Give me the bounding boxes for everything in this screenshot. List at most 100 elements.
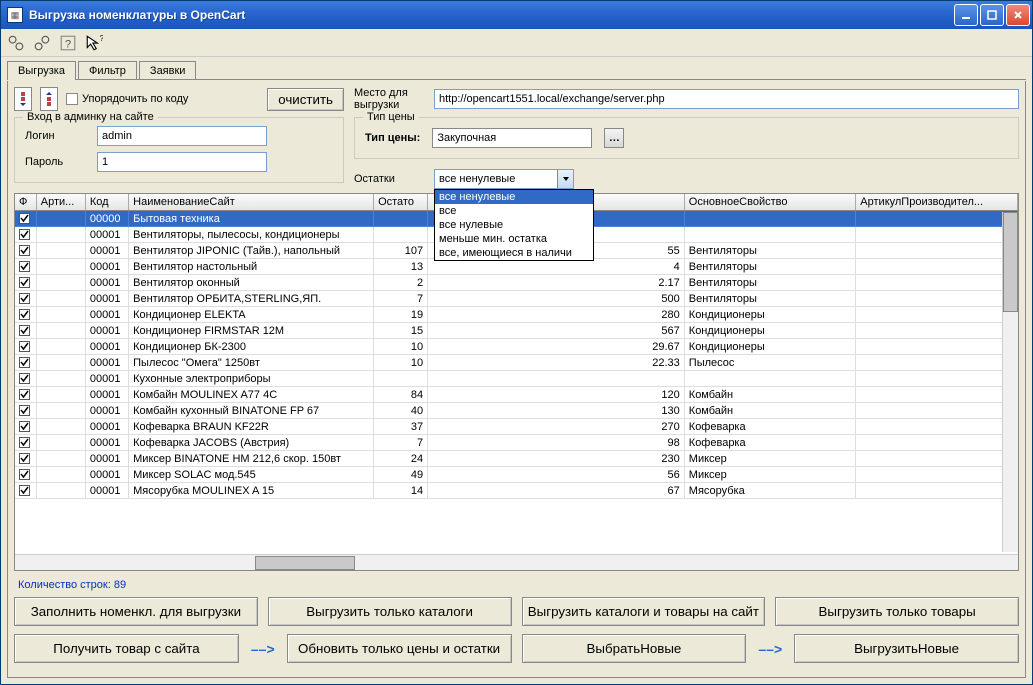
table-row[interactable]: 00001Кондиционер FIRMSTAR 12M15567Кондиц…: [15, 323, 1018, 339]
grid-body: 00000Бытовая техника00001Вентиляторы, пы…: [15, 211, 1018, 554]
stock-option-3[interactable]: меньше мин. остатка: [435, 232, 593, 246]
admin-login-group: Вход в админку на сайте Логин Пароль: [14, 117, 344, 183]
row-checkbox[interactable]: [19, 405, 30, 416]
sort-by-code-checkbox[interactable]: Упорядочить по коду: [66, 93, 188, 105]
col-chk[interactable]: Ф: [15, 194, 37, 210]
price-type-group: Тип цены Тип цены: Закупочная …: [354, 117, 1019, 159]
row-count-label: Количество строк: 89: [18, 579, 1019, 591]
export-new-button[interactable]: ВыгрузитьНовые: [794, 634, 1019, 663]
row-checkbox[interactable]: [19, 373, 30, 384]
horizontal-scrollbar[interactable]: [15, 554, 1018, 570]
row-checkbox[interactable]: [19, 485, 30, 496]
minimize-button[interactable]: [954, 4, 978, 26]
export-goods-button[interactable]: Выгрузить только товары: [775, 597, 1019, 626]
maximize-button[interactable]: [980, 4, 1004, 26]
row-checkbox[interactable]: [19, 245, 30, 256]
price-type-select[interactable]: Закупочная: [432, 128, 592, 148]
app-window: ▦ Выгрузка номенклатуры в OpenCart ? ? В…: [0, 0, 1033, 685]
tab-zayavki[interactable]: Заявки: [139, 61, 197, 80]
window-title: Выгрузка номенклатуры в OpenCart: [29, 8, 954, 22]
row-checkbox[interactable]: [19, 453, 30, 464]
table-row[interactable]: 00001Вентилятор оконный22.17Вентиляторы: [15, 275, 1018, 291]
table-row[interactable]: 00001Мясорубка MOULINEX A 151467Мясорубк…: [15, 483, 1018, 499]
row-checkbox[interactable]: [19, 261, 30, 272]
table-row[interactable]: 00001Кофеварка JACOBS (Австрия)798Кофева…: [15, 435, 1018, 451]
clear-button[interactable]: очистить: [267, 88, 344, 111]
table-row[interactable]: 00001Кофеварка BRAUN KF22R37270Кофеварка: [15, 419, 1018, 435]
titlebar: ▦ Выгрузка номенклатуры в OpenCart: [1, 1, 1032, 29]
fetch-goods-button[interactable]: Получить товар с сайта: [14, 634, 239, 663]
table-row[interactable]: 00001Миксер BINATONE HM 212,6 скор. 150в…: [15, 451, 1018, 467]
table-row[interactable]: 00001Комбайн MOULINEX A77 4C84120Комбайн: [15, 387, 1018, 403]
stock-option-4[interactable]: все, имеющиеся в наличи: [435, 246, 593, 260]
table-row[interactable]: 00001Кондиционер БК-23001029.67Кондицион…: [15, 339, 1018, 355]
stock-option-2[interactable]: все нулевые: [435, 218, 593, 232]
admin-login-group-title: Вход в админку на сайте: [23, 111, 158, 123]
stock-dropdown-list: все ненулевые все все нулевые меньше мин…: [434, 189, 594, 261]
toolbar-icon-1[interactable]: [7, 34, 25, 52]
chevron-down-icon: [557, 170, 573, 188]
stock-combo-value: все ненулевые: [435, 173, 557, 185]
help-icon[interactable]: ?: [59, 34, 77, 52]
move-up-button[interactable]: [40, 87, 58, 111]
toolbar-icon-2[interactable]: [33, 34, 51, 52]
row-checkbox[interactable]: [19, 341, 30, 352]
tab-bar: Выгрузка Фильтр Заявки: [1, 57, 1032, 80]
price-type-label: Тип цены:: [365, 132, 420, 144]
row-checkbox[interactable]: [19, 229, 30, 240]
row-checkbox[interactable]: [19, 277, 30, 288]
stock-option-1[interactable]: все: [435, 204, 593, 218]
row-checkbox[interactable]: [19, 357, 30, 368]
table-row[interactable]: 00001Комбайн кухонный BINATONE FP 674013…: [15, 403, 1018, 419]
row-checkbox[interactable]: [19, 421, 30, 432]
row-checkbox[interactable]: [19, 213, 30, 224]
price-type-browse-button[interactable]: …: [604, 128, 624, 148]
row-checkbox[interactable]: [19, 293, 30, 304]
stock-option-0[interactable]: все ненулевые: [435, 190, 593, 204]
upload-url-label: Место для выгрузки: [354, 87, 424, 111]
row-checkbox[interactable]: [19, 437, 30, 448]
tab-filter[interactable]: Фильтр: [78, 61, 137, 80]
stock-label: Остатки: [354, 173, 424, 185]
row-checkbox[interactable]: [19, 325, 30, 336]
tab-vygruzka[interactable]: Выгрузка: [7, 61, 76, 80]
login-input[interactable]: [97, 126, 267, 146]
arrow-icon-2: ––>: [756, 641, 784, 657]
table-row[interactable]: 00001Вентилятор ОРБИТА,STERLING,ЯП.7500В…: [15, 291, 1018, 307]
row-checkbox[interactable]: [19, 389, 30, 400]
table-row[interactable]: 00001Кухонные электроприборы: [15, 371, 1018, 387]
table-row[interactable]: 00001Кондиционер ELEKTA19280Кондиционеры: [15, 307, 1018, 323]
client-area: Упорядочить по коду очистить Вход в адми…: [7, 81, 1026, 678]
fill-nomenclature-button[interactable]: Заполнить номенкл. для выгрузки: [14, 597, 258, 626]
table-row[interactable]: 00001Вентилятор настольный134Вентиляторы: [15, 259, 1018, 275]
arrow-icon: ––>: [249, 641, 277, 657]
col-name[interactable]: НаименованиеСайт: [129, 194, 374, 210]
col-code[interactable]: Код: [86, 194, 129, 210]
export-catalogs-button[interactable]: Выгрузить только каталоги: [268, 597, 512, 626]
vertical-scrollbar[interactable]: [1002, 212, 1018, 552]
login-label: Логин: [25, 130, 89, 142]
col-article[interactable]: Арти...: [37, 194, 86, 210]
svg-text:?: ?: [100, 34, 103, 43]
password-input[interactable]: [97, 152, 267, 172]
close-button[interactable]: [1006, 4, 1030, 26]
table-row[interactable]: 00001Миксер SOLAC мод.5454956Миксер: [15, 467, 1018, 483]
row-checkbox[interactable]: [19, 469, 30, 480]
select-new-button[interactable]: ВыбратьНовые: [522, 634, 747, 663]
cursor-help-icon[interactable]: ?: [85, 34, 103, 52]
row-checkbox[interactable]: [19, 309, 30, 320]
move-down-button[interactable]: [14, 87, 32, 111]
button-row-2: Получить товар с сайта ––> Обновить толь…: [14, 634, 1019, 663]
export-catalogs-goods-button[interactable]: Выгрузить каталоги и товары на сайт: [522, 597, 766, 626]
col-prop[interactable]: ОсновноеСвойство: [685, 194, 857, 210]
update-prices-button[interactable]: Обновить только цены и остатки: [287, 634, 512, 663]
upload-url-input[interactable]: [434, 89, 1019, 109]
col-stock[interactable]: Остато: [374, 194, 428, 210]
toolbar: ? ?: [1, 29, 1032, 57]
col-manuf[interactable]: АртикулПроизводител...: [856, 194, 1018, 210]
table-row[interactable]: 00001Пылесос "Омега" 1250вт1022.33Пылесо…: [15, 355, 1018, 371]
stock-combo[interactable]: все ненулевые все ненулевые все все нуле…: [434, 169, 574, 189]
horizontal-scrollbar-handle[interactable]: [255, 556, 355, 570]
app-icon: ▦: [7, 7, 23, 23]
vertical-scrollbar-handle[interactable]: [1003, 212, 1018, 312]
